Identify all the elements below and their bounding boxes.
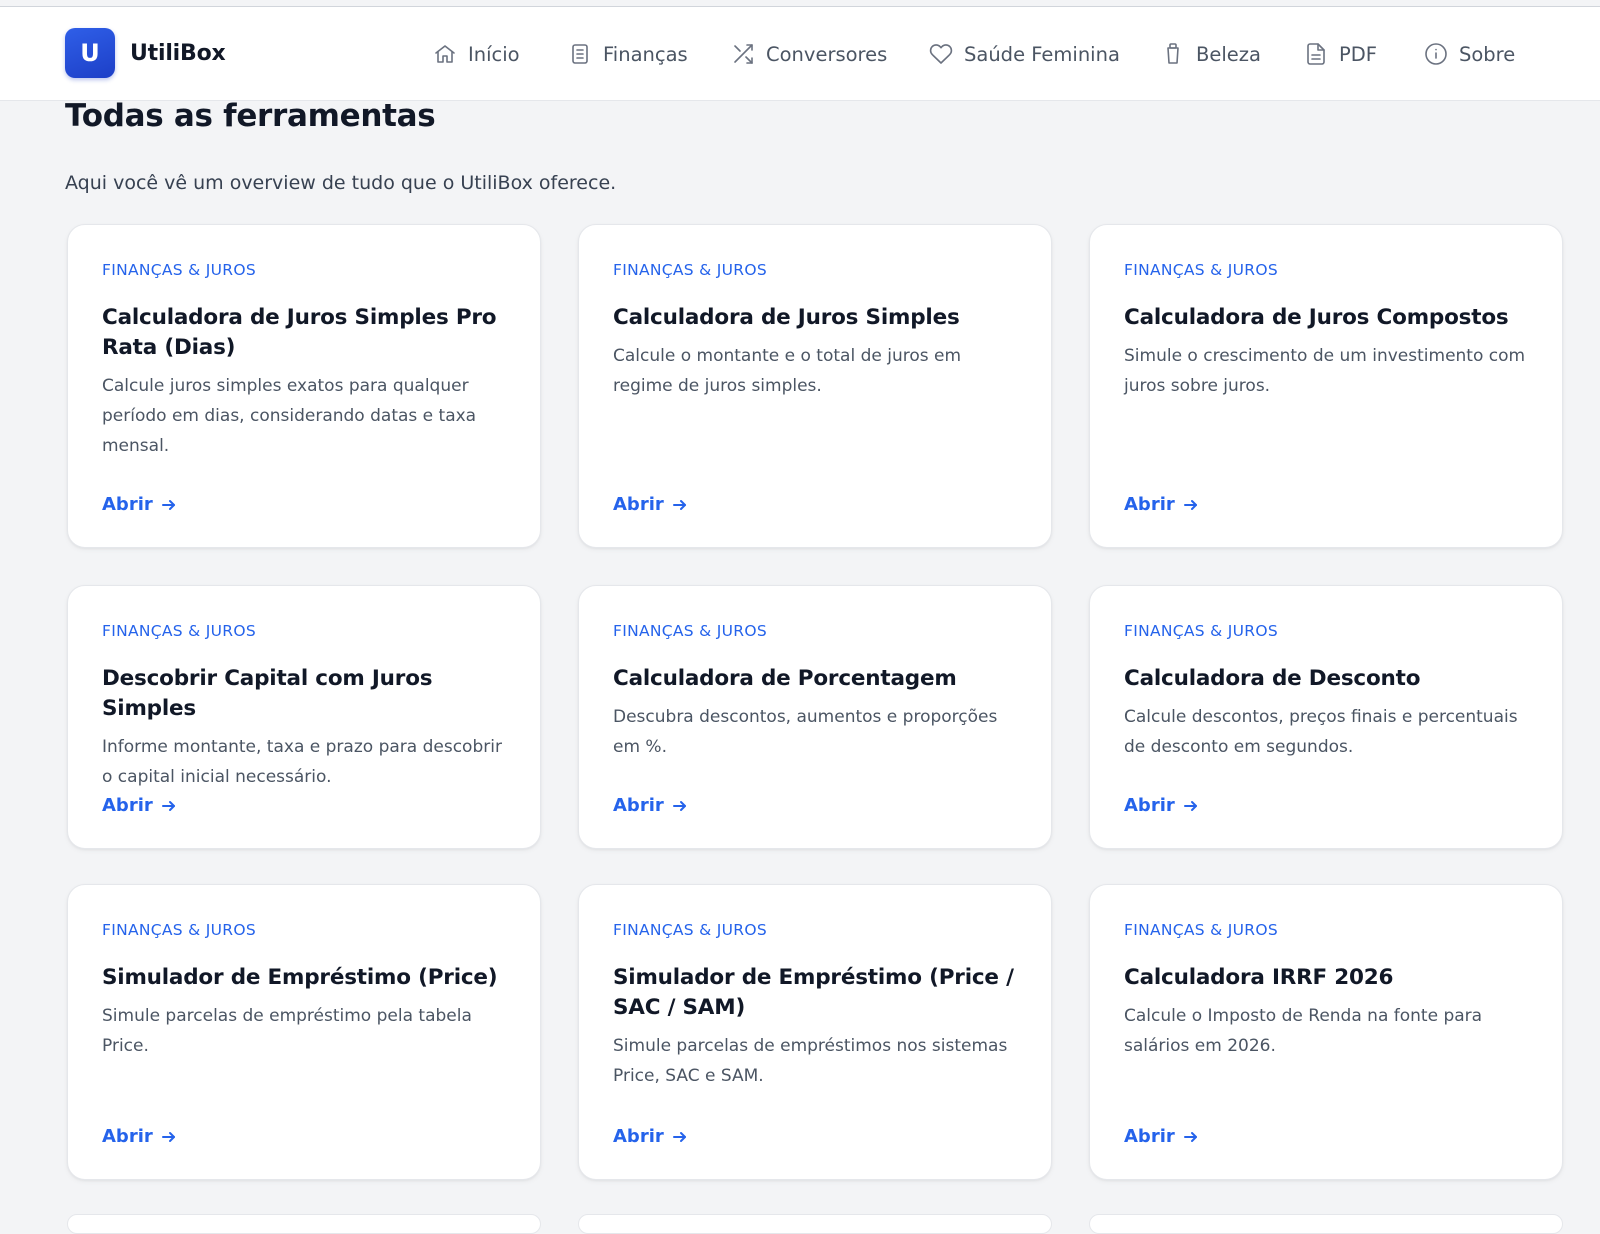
arrow-right-icon bbox=[161, 1131, 175, 1142]
nav-item-label: Finanças bbox=[603, 42, 688, 66]
card-description: Calcule o montante e o total de juros em… bbox=[613, 346, 962, 396]
open-link-label: Abrir bbox=[613, 795, 664, 816]
card-title: Calculadora de Desconto bbox=[1124, 666, 1421, 691]
nav-item-label: Saúde Feminina bbox=[964, 42, 1120, 66]
open-tool-link[interactable]: Abrir bbox=[613, 795, 688, 816]
card-title: Calculadora de Juros Simples bbox=[613, 305, 960, 330]
arrow-right-icon bbox=[1183, 499, 1197, 510]
open-link-label: Abrir bbox=[102, 795, 153, 816]
open-tool-link[interactable]: Abrir bbox=[1124, 795, 1199, 816]
card-category: Finanças & Juros bbox=[1124, 921, 1279, 939]
tool-card[interactable]: Finanças & Juros Calculadora de Porcenta… bbox=[578, 585, 1052, 849]
info-icon bbox=[1425, 43, 1447, 65]
card-title: Simulador de Empréstimo (Price) bbox=[102, 965, 498, 990]
card-category: Finanças & Juros bbox=[102, 261, 257, 279]
tool-card[interactable]: Finanças & Juros Calculadora de Desconto… bbox=[1089, 585, 1563, 849]
open-link-label: Abrir bbox=[1124, 795, 1175, 816]
card-category: Finanças & Juros bbox=[613, 261, 768, 279]
nav-item-pdf[interactable]: PDF bbox=[1304, 39, 1377, 69]
card-title: Calculadora IRRF 2026 bbox=[1124, 965, 1394, 990]
nav-item-beleza[interactable]: Beleza bbox=[1161, 39, 1261, 69]
nav-item-sobre[interactable]: Sobre bbox=[1424, 39, 1515, 69]
nav-item-label: Início bbox=[468, 42, 520, 66]
open-tool-link[interactable]: Abrir bbox=[1124, 1126, 1199, 1147]
open-link-label: Abrir bbox=[613, 1126, 664, 1147]
arrow-right-icon bbox=[672, 800, 686, 811]
top-navbar: U UtiliBox Início Finanças Conversores S… bbox=[0, 7, 1600, 101]
card-title: Calculadora de Juros Simples Pro Rata (D… bbox=[102, 305, 497, 360]
nav-item-saude-feminina[interactable]: Saúde Feminina bbox=[929, 39, 1120, 69]
card-category: Finanças & Juros bbox=[102, 622, 257, 640]
card-category: Finanças & Juros bbox=[102, 921, 257, 939]
open-link-label: Abrir bbox=[613, 494, 664, 515]
open-tool-link[interactable]: Abrir bbox=[102, 795, 177, 816]
card-description: Simule o crescimento de um investimento … bbox=[1124, 346, 1526, 396]
arrow-right-icon bbox=[1183, 1131, 1197, 1142]
nav-item-inicio[interactable]: Início bbox=[433, 39, 520, 69]
arrow-right-icon bbox=[161, 499, 175, 510]
open-link-label: Abrir bbox=[1124, 1126, 1175, 1147]
card-title: Simulador de Empréstimo (Price / SAC / S… bbox=[613, 965, 1014, 1020]
tool-card[interactable]: Finanças & Juros Simulador de Empréstimo… bbox=[578, 884, 1052, 1180]
open-tool-link[interactable]: Abrir bbox=[613, 1126, 688, 1147]
arrow-right-icon bbox=[672, 1131, 686, 1142]
card-description: Informe montante, taxa e prazo para desc… bbox=[102, 737, 502, 787]
arrow-right-icon bbox=[1183, 800, 1197, 811]
open-link-label: Abrir bbox=[1124, 494, 1175, 515]
tool-card[interactable]: Finanças & Juros Calculadora IRRF 2026 C… bbox=[1089, 884, 1563, 1180]
nav-item-label: Conversores bbox=[766, 42, 888, 66]
open-tool-link[interactable]: Abrir bbox=[1124, 494, 1199, 515]
tool-card[interactable]: Finanças & Juros Calculadora de Juros Si… bbox=[578, 224, 1052, 548]
open-tool-link[interactable]: Abrir bbox=[613, 494, 688, 515]
nav-item-label: PDF bbox=[1339, 42, 1377, 66]
page-subtitle: Aqui você vê um overview de tudo que o U… bbox=[65, 172, 617, 194]
tool-card[interactable]: Finanças & Juros Descobrir Capital com J… bbox=[67, 585, 541, 849]
heart-icon bbox=[929, 44, 953, 64]
nav-item-label: Beleza bbox=[1196, 42, 1261, 66]
card-title: Calculadora de Juros Compostos bbox=[1124, 305, 1509, 330]
tool-card-partial[interactable] bbox=[1089, 1214, 1563, 1234]
arrow-right-icon bbox=[161, 800, 175, 811]
open-tool-link[interactable]: Abrir bbox=[102, 494, 177, 515]
file-icon bbox=[1307, 43, 1325, 65]
page-title: Todas as ferramentas bbox=[65, 98, 436, 134]
tool-card-partial[interactable] bbox=[67, 1214, 541, 1234]
tool-card[interactable]: Finanças & Juros Calculadora de Juros Si… bbox=[67, 224, 541, 548]
nav-item-label: Sobre bbox=[1459, 42, 1516, 66]
tool-card-partial[interactable] bbox=[578, 1214, 1052, 1234]
card-description: Calcule descontos, preços finais e perce… bbox=[1124, 707, 1518, 757]
card-description: Calcule o Imposto de Renda na fonte para… bbox=[1124, 1006, 1483, 1056]
document-list-icon bbox=[572, 44, 588, 64]
card-category: Finanças & Juros bbox=[613, 921, 768, 939]
nav-item-conversores[interactable]: Conversores bbox=[731, 39, 887, 69]
card-title: Calculadora de Porcentagem bbox=[613, 666, 957, 691]
card-category: Finanças & Juros bbox=[1124, 622, 1279, 640]
open-link-label: Abrir bbox=[102, 494, 153, 515]
card-description: Simule parcelas de empréstimo pela tabel… bbox=[102, 1006, 472, 1056]
open-link-label: Abrir bbox=[102, 1126, 153, 1147]
card-description: Simule parcelas de empréstimos nos siste… bbox=[613, 1036, 1008, 1086]
card-category: Finanças & Juros bbox=[613, 622, 768, 640]
open-tool-link[interactable]: Abrir bbox=[102, 1126, 177, 1147]
tool-card[interactable]: Finanças & Juros Calculadora de Juros Co… bbox=[1089, 224, 1563, 548]
tool-card[interactable]: Finanças & Juros Simulador de Empréstimo… bbox=[67, 884, 541, 1180]
card-category: Finanças & Juros bbox=[1124, 261, 1279, 279]
card-title: Descobrir Capital com Juros Simples bbox=[102, 666, 433, 721]
cup-icon bbox=[1167, 43, 1179, 64]
card-description: Calcule juros simples exatos para qualqu… bbox=[102, 376, 477, 456]
arrow-right-icon bbox=[672, 499, 686, 510]
main-nav: Início Finanças Conversores Saúde Femini… bbox=[0, 39, 1600, 69]
nav-item-financas[interactable]: Finanças bbox=[568, 39, 688, 69]
home-icon bbox=[435, 45, 455, 63]
card-description: Descubra descontos, aumentos e proporçõe… bbox=[613, 707, 998, 757]
shuffle-icon bbox=[734, 44, 753, 64]
